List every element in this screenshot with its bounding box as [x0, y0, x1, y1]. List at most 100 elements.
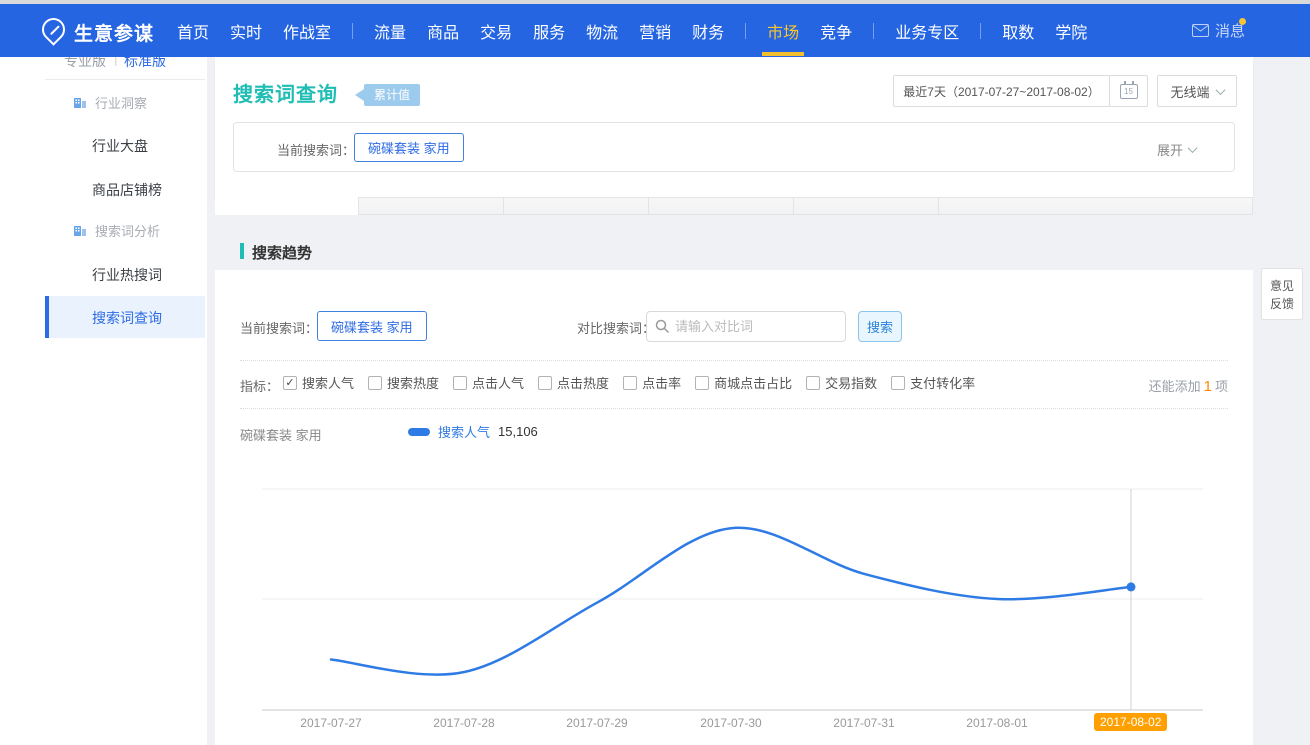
metric-checkbox-click-heat[interactable]: ✓点击热度: [538, 373, 609, 392]
nav-item-logistics[interactable]: 物流: [586, 19, 618, 43]
sidebar-item-industry-hot-words[interactable]: 行业热搜词: [92, 265, 162, 285]
page-title: 搜索词查询: [233, 78, 338, 107]
section-accent-bar: [240, 243, 244, 259]
search-term-analysis-icon: [73, 223, 87, 236]
device-dropdown-value: 无线端: [1170, 82, 1209, 101]
search-trend-panel: 当前搜索词： 碗碟套装 家用 对比搜索词： 搜索 指标： ✓搜索人气 ✓搜索热度…: [215, 270, 1253, 745]
metric-checkbox-search-popularity[interactable]: ✓搜索人气: [283, 373, 354, 392]
dotted-divider: [240, 408, 1228, 409]
legend-latest-value: 15,106: [498, 424, 538, 439]
metric-checkbox-click-popularity[interactable]: ✓点击人气: [453, 373, 524, 392]
nav-item-trade[interactable]: 交易: [480, 19, 512, 43]
metric-checkbox-trade-index[interactable]: ✓交易指数: [806, 373, 877, 392]
latest-point-dot[interactable]: [1127, 582, 1136, 591]
metric-tab-strip: [215, 197, 1253, 215]
calendar-button[interactable]: 15: [1109, 75, 1148, 107]
metric-tab[interactable]: [939, 197, 1253, 215]
nav-divider: [873, 23, 874, 39]
sidebar-selected-bar: [45, 296, 49, 338]
nav-item-business-zone[interactable]: 业务专区: [895, 19, 959, 43]
trend-current-term-label: 当前搜索词：: [240, 318, 318, 337]
nav-item-service[interactable]: 服务: [533, 19, 565, 43]
nav-item-academy[interactable]: 学院: [1055, 19, 1087, 43]
search-button[interactable]: 搜索: [858, 311, 902, 342]
feedback-line2: 反馈: [1262, 295, 1302, 313]
nav-item-home[interactable]: 首页: [177, 19, 209, 43]
remaining-count: 1: [1204, 378, 1212, 395]
series-term-label: 碗碟套装 家用: [240, 425, 322, 444]
trend-current-term-chip[interactable]: 碗碟套装 家用: [317, 311, 427, 341]
remaining-prefix: 还能添加: [1149, 376, 1201, 395]
nav-item-data-fetch[interactable]: 取数: [1002, 19, 1034, 43]
checkbox-icon: ✓: [368, 376, 382, 390]
metric-tab[interactable]: [649, 197, 794, 215]
nav-item-market[interactable]: 市场: [767, 19, 799, 43]
x-axis-label: 2017-07-31: [824, 716, 904, 730]
dotted-divider: [240, 360, 1228, 361]
nav-menu: 首页 实时 作战室 流量 商品 交易 服务 物流 营销 财务 市场 竞争 业务专…: [177, 4, 1087, 57]
trend-line-chart: 2017-07-27 2017-07-28 2017-07-29 2017-07…: [215, 460, 1253, 745]
sidebar-item-industry-board[interactable]: 行业大盘: [92, 136, 148, 156]
app-root: 生意参谋 首页 实时 作战室 流量 商品 交易 服务 物流 营销 财务 市场 竞…: [0, 0, 1310, 745]
metric-checkbox-mall-click-share[interactable]: ✓商城点击占比: [695, 373, 792, 392]
x-axis-label: 2017-07-30: [691, 716, 771, 730]
metrics-label: 指标：: [240, 376, 279, 395]
device-dropdown[interactable]: 无线端: [1157, 75, 1237, 107]
metric-tab-active[interactable]: [215, 197, 359, 215]
chart-canvas: [215, 460, 1253, 745]
metric-checkbox-search-heat[interactable]: ✓搜索热度: [368, 373, 439, 392]
nav-item-competition[interactable]: 竞争: [820, 19, 852, 43]
sidebar: [0, 57, 207, 745]
top-navbar: 生意参谋 首页 实时 作战室 流量 商品 交易 服务 物流 营销 财务 市场 竞…: [0, 4, 1310, 57]
nav-divider: [745, 23, 746, 39]
series-legend[interactable]: 搜索人气 15,106: [408, 422, 538, 441]
industry-insight-icon: [73, 95, 87, 108]
expand-toggle[interactable]: 展开: [1157, 140, 1196, 159]
badge-arrow: [349, 89, 364, 101]
metric-tab[interactable]: [504, 197, 649, 215]
metrics-checkbox-row: ✓搜索人气 ✓搜索热度 ✓点击人气 ✓点击热度 ✓点击率 ✓商城点击占比 ✓交易…: [283, 373, 975, 392]
query-header-panel: 搜索词查询 累计值 最近7天（2017-07-27~2017-08-02） 15…: [215, 57, 1253, 197]
checkbox-icon: ✓: [538, 376, 552, 390]
sidebar-item-search-term-query[interactable]: 搜索词查询: [92, 308, 162, 328]
nav-item-warroom[interactable]: 作战室: [283, 19, 331, 43]
sidebar-group-search-term-analysis: 搜索词分析: [95, 221, 160, 240]
legend-marker: [408, 428, 430, 436]
chevron-down-icon: [1215, 85, 1225, 95]
remaining-suffix: 项: [1215, 376, 1228, 395]
checkbox-icon: ✓: [623, 376, 637, 390]
nav-item-realtime[interactable]: 实时: [230, 19, 262, 43]
metric-checkbox-click-rate[interactable]: ✓点击率: [623, 373, 681, 392]
compare-term-input[interactable]: [675, 312, 843, 341]
search-icon: [655, 319, 670, 334]
unread-dot: [1239, 18, 1246, 25]
nav-divider: [980, 23, 981, 39]
checkbox-icon: ✓: [695, 376, 709, 390]
current-term-label: 当前搜索词：: [277, 140, 355, 159]
metric-tab[interactable]: [794, 197, 939, 215]
feedback-line1: 意见: [1262, 277, 1302, 295]
envelope-icon: [1192, 24, 1209, 37]
message-entry[interactable]: 消息: [1192, 4, 1245, 57]
current-search-term-box: 当前搜索词： 碗碟套装 家用 展开: [233, 122, 1235, 172]
legend-metric-name: 搜索人气: [438, 422, 490, 441]
sidebar-item-product-shop-rank[interactable]: 商品店铺榜: [92, 180, 162, 200]
x-axis-label: 2017-07-29: [557, 716, 637, 730]
sidebar-divider: [45, 79, 205, 80]
nav-divider: [352, 23, 353, 39]
compare-term-label: 对比搜索词：: [577, 318, 655, 337]
section-title: 搜索趋势: [252, 242, 312, 263]
checkbox-icon: ✓: [806, 376, 820, 390]
nav-item-marketing[interactable]: 营销: [639, 19, 671, 43]
checkbox-icon: ✓: [453, 376, 467, 390]
metric-checkbox-pay-conversion[interactable]: ✓支付转化率: [891, 373, 975, 392]
feedback-button[interactable]: 意见 反馈: [1261, 268, 1303, 320]
nav-item-traffic[interactable]: 流量: [374, 19, 406, 43]
metric-tab[interactable]: [359, 197, 504, 215]
compare-input-wrap: [646, 311, 846, 342]
nav-item-goods[interactable]: 商品: [427, 19, 459, 43]
date-range-button[interactable]: 最近7天（2017-07-27~2017-08-02）: [893, 75, 1110, 107]
current-term-chip[interactable]: 碗碟套装 家用: [354, 133, 464, 162]
nav-item-finance[interactable]: 财务: [692, 19, 724, 43]
compass-logo-icon: [37, 13, 70, 46]
